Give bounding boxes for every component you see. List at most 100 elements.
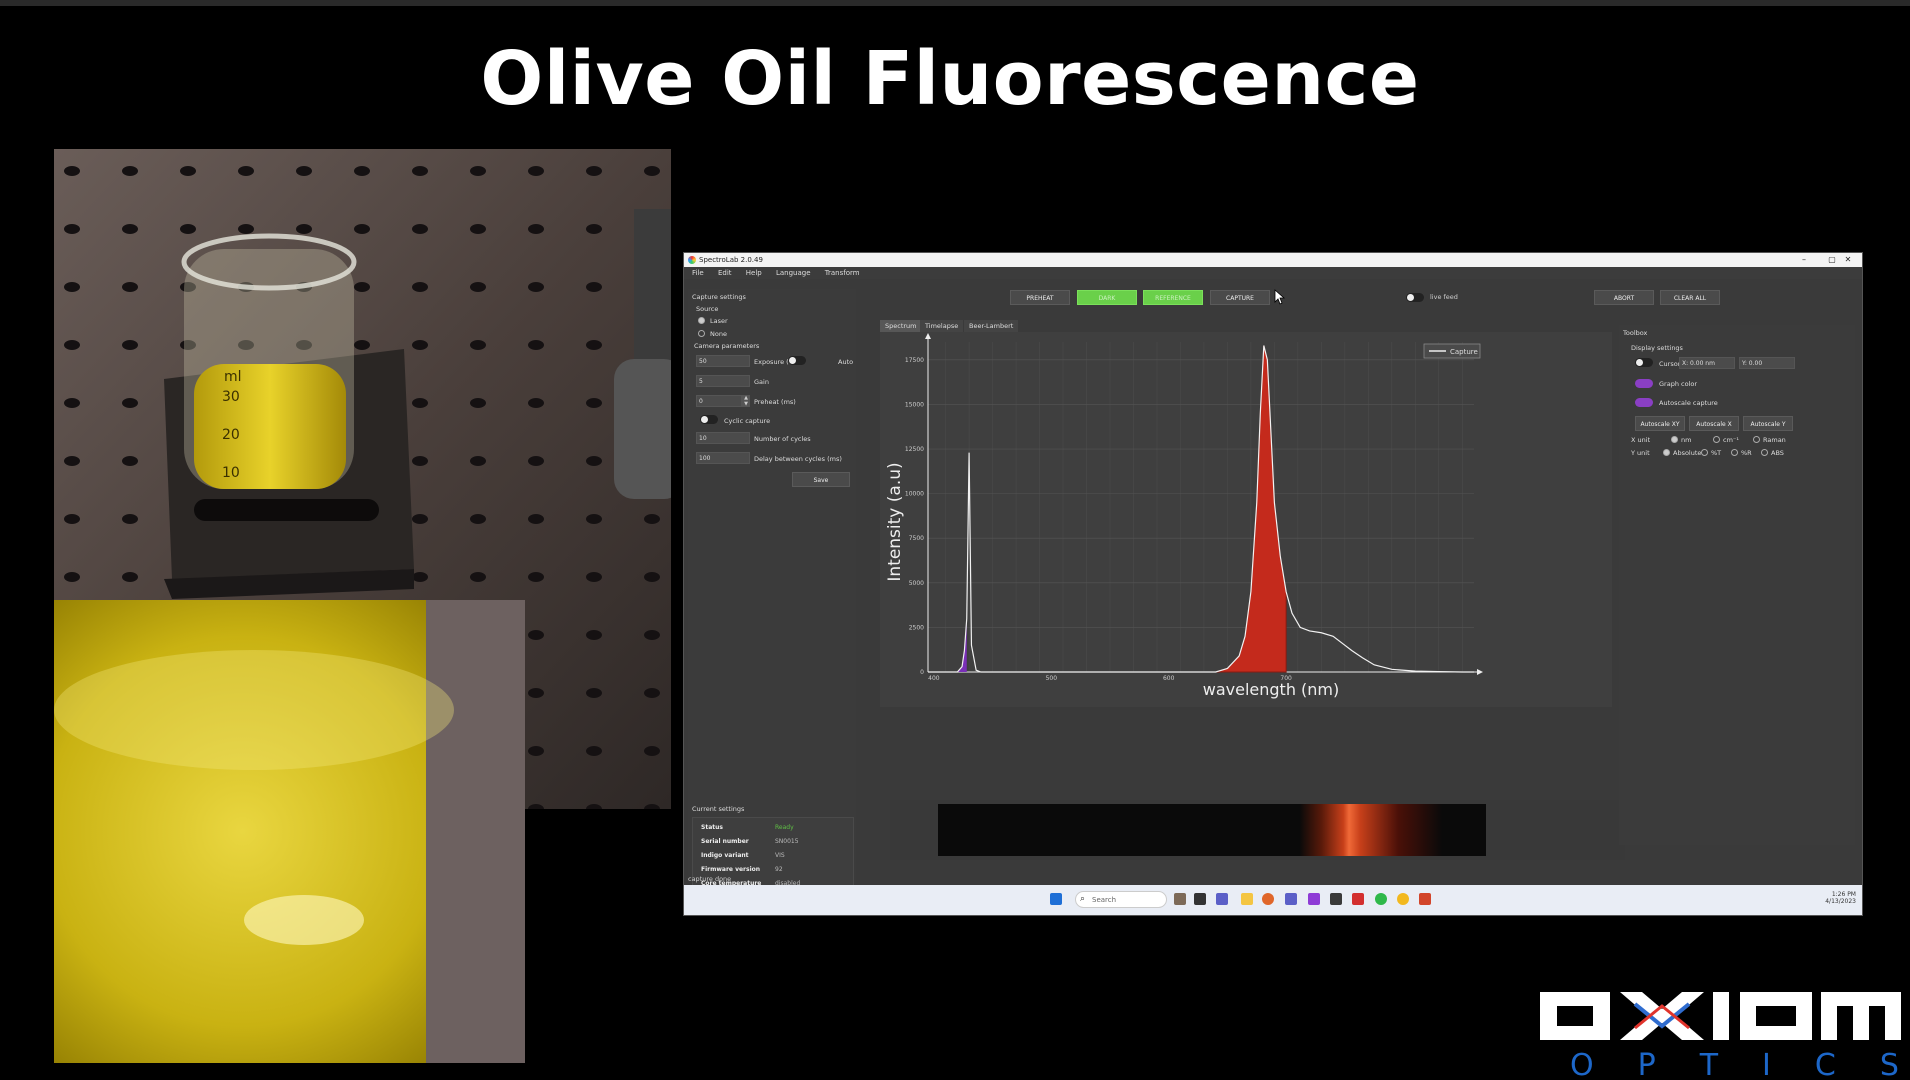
exposure-input[interactable]: 50 — [696, 355, 750, 367]
abort-button[interactable]: ABORT — [1594, 290, 1654, 305]
preheat-button[interactable]: PREHEAT — [1010, 290, 1070, 305]
x-unit-cm-label: cm⁻¹ — [1723, 436, 1739, 444]
autoscale-capture-toggle[interactable] — [1635, 398, 1653, 407]
status-bar: capture done — [688, 875, 732, 883]
x-tick-label: 400 — [928, 675, 940, 682]
dark-button[interactable]: DARK — [1077, 290, 1137, 305]
app-icon-dark[interactable] — [1330, 893, 1342, 905]
powerpoint-icon[interactable] — [1419, 893, 1431, 905]
tab-spectrum[interactable]: Spectrum — [880, 320, 922, 332]
beaker-scale-30: 30 — [222, 389, 240, 405]
live-feed-toggle[interactable] — [1406, 293, 1424, 302]
top-edge-bar — [0, 0, 1910, 6]
firefox-icon[interactable] — [1262, 893, 1274, 905]
delay-label: Delay between cycles (ms) — [754, 455, 842, 463]
display-settings-heading: Display settings — [1631, 344, 1683, 352]
source-label: Source — [696, 305, 719, 313]
menu-edit[interactable]: Edit — [718, 269, 732, 277]
y-tick-label: 2500 — [909, 624, 924, 631]
source-none-label: None — [710, 330, 727, 338]
chat-icon[interactable] — [1216, 893, 1228, 905]
source-none-radio[interactable] — [698, 330, 705, 337]
tab-timelapse[interactable]: Timelapse — [920, 320, 964, 332]
cursor-y-field[interactable]: Y: 0.00 — [1739, 357, 1795, 369]
widgets-icon[interactable] — [1174, 893, 1186, 905]
teams-icon[interactable] — [1285, 893, 1297, 905]
y-tick-label: 15000 — [905, 401, 924, 408]
y-tick-label: 7500 — [909, 535, 924, 542]
capture-button[interactable]: CAPTURE — [1210, 290, 1270, 305]
y-tick-label: 10000 — [905, 491, 924, 498]
spectrolab-window: SpectroLab 2.0.49 – ▢ ✕ File Edit Help L… — [684, 253, 1862, 915]
cyclic-capture-toggle[interactable] — [700, 415, 718, 424]
y-unit-t-radio[interactable] — [1701, 449, 1708, 456]
graph-color-swatch[interactable] — [1635, 379, 1653, 388]
whatsapp-icon[interactable] — [1375, 893, 1387, 905]
autoscale-capture-label: Autoscale capture — [1659, 399, 1718, 407]
preheat-stepper[interactable]: ▲ ▼ — [742, 395, 750, 407]
menu-bar: File Edit Help Language Transform — [684, 267, 1862, 279]
acrobat-icon[interactable] — [1352, 893, 1364, 905]
toolbox-heading: Toolbox — [1623, 329, 1648, 337]
y-unit-r-label: %R — [1741, 449, 1752, 457]
spectrum-strip-gradient — [938, 804, 1486, 856]
y-unit-r-radio[interactable] — [1731, 449, 1738, 456]
capture-settings-heading: Capture settings — [692, 293, 746, 301]
serial-key: Serial number — [701, 838, 749, 845]
auto-exposure-toggle[interactable] — [788, 356, 806, 365]
toolbox-panel: Toolbox Display settings Cursors X: 0.00… — [1619, 325, 1855, 845]
tab-beer-lambert[interactable]: Beer-Lambert — [964, 320, 1019, 332]
auto-label: Auto — [838, 358, 854, 366]
spectrum-plot-area: 0 2500 5000 7500 10000 12500 15000 17500 400 500 6… — [880, 332, 1612, 707]
x-unit-raman-radio[interactable] — [1753, 436, 1760, 443]
chrome-icon[interactable] — [1397, 893, 1409, 905]
delay-input[interactable]: 100 — [696, 452, 750, 464]
autoscale-x-button[interactable]: Autoscale X — [1689, 416, 1739, 431]
x-tick-label: 500 — [1046, 675, 1058, 682]
app-icon — [688, 256, 696, 264]
cursors-toggle[interactable] — [1635, 358, 1653, 367]
close-button[interactable]: ✕ — [1834, 253, 1862, 267]
cursor-x-field[interactable]: X: 0.00 nm — [1679, 357, 1735, 369]
logo-sub-text: OPTICS — [1570, 1048, 1905, 1076]
preheat-input[interactable]: 0 — [696, 395, 742, 407]
preheat-label: Preheat (ms) — [754, 398, 796, 406]
clear-all-button[interactable]: CLEAR ALL — [1660, 290, 1720, 305]
current-settings-heading: Current settings — [692, 805, 745, 813]
minimize-button[interactable]: – — [1790, 253, 1818, 267]
start-icon[interactable] — [1050, 893, 1062, 905]
gain-label: Gain — [754, 378, 769, 386]
zotero-icon[interactable] — [1308, 893, 1320, 905]
number-of-cycles-label: Number of cycles — [754, 435, 811, 443]
firmware-value: 92 — [775, 866, 783, 873]
autoscale-y-button[interactable]: Autoscale Y — [1743, 416, 1793, 431]
reference-button[interactable]: REFERENCE — [1143, 290, 1203, 305]
source-laser-radio[interactable] — [698, 317, 705, 324]
taskbar-time: 1:26 PM — [1831, 891, 1856, 898]
autoscale-xy-button[interactable]: Autoscale XY — [1635, 416, 1685, 431]
x-unit-cm-radio[interactable] — [1713, 436, 1720, 443]
number-of-cycles-input[interactable]: 10 — [696, 432, 750, 444]
x-unit-nm-radio[interactable] — [1671, 436, 1678, 443]
menu-file[interactable]: File — [692, 269, 704, 277]
menu-help[interactable]: Help — [746, 269, 762, 277]
y-tick-label: 0 — [920, 669, 924, 676]
search-icon: ⌕ — [1080, 894, 1086, 904]
gain-input[interactable]: 5 — [696, 375, 750, 387]
spectrum-chart[interactable]: 0 2500 5000 7500 10000 12500 15000 17500 400 500 6… — [880, 332, 1612, 707]
save-button[interactable]: Save — [792, 472, 850, 487]
y-unit-label: Y unit — [1631, 449, 1650, 457]
legend: Capture — [1423, 343, 1481, 359]
task-view-icon[interactable] — [1194, 893, 1206, 905]
menu-language[interactable]: Language — [776, 269, 811, 277]
cyclic-capture-label: Cyclic capture — [724, 417, 771, 425]
menu-transform[interactable]: Transform — [825, 269, 860, 277]
taskbar-search[interactable]: Search — [1075, 891, 1167, 908]
y-unit-abs-label: ABS — [1771, 449, 1784, 457]
file-explorer-icon[interactable] — [1241, 893, 1253, 905]
status-value: Ready — [775, 824, 794, 831]
status-key: Status — [701, 824, 723, 831]
beaker-scale-10: 10 — [222, 465, 240, 481]
y-unit-absolute-radio[interactable] — [1663, 449, 1670, 456]
y-unit-abs-radio[interactable] — [1761, 449, 1768, 456]
